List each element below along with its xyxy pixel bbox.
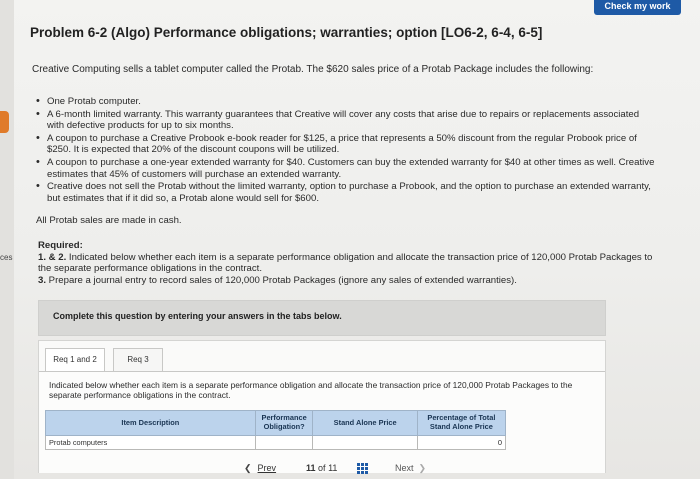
percentage-cell: 0 — [416, 435, 507, 450]
item-description-cell: Protab computers — [45, 435, 256, 450]
next-button[interactable]: Next ❯ — [395, 463, 426, 474]
tab-content: Indicated below whether each item is a s… — [39, 371, 605, 473]
prev-button[interactable]: ❮ Prev — [244, 463, 276, 474]
problem-intro: Creative Computing sells a tablet comput… — [32, 64, 594, 75]
header-stand-alone-price: Stand Alone Price — [312, 410, 418, 436]
check-my-work-button[interactable]: Check my work — [594, 0, 681, 15]
header-item-description: Item Description — [45, 410, 256, 436]
performance-obligation-select[interactable] — [254, 435, 314, 450]
cash-note: All Protab sales are made in cash. — [36, 215, 182, 226]
list-item: A 6-month limited warranty. This warrant… — [36, 109, 656, 132]
pagination: ❮ Prev 11 of 11 Next ❯ — [244, 461, 444, 477]
page-indicator: 11 of 11 — [306, 463, 337, 473]
problem-title: Problem 6-2 (Algo) Performance obligatio… — [30, 25, 543, 40]
tab-req-1-and-2[interactable]: Req 1 and 2 — [45, 348, 105, 371]
required-section: Required: 1. & 2. Indicated below whethe… — [38, 240, 658, 286]
table-header-row: Item Description Performance Obligation?… — [45, 410, 507, 436]
grid-icon[interactable] — [357, 463, 368, 474]
side-tab-marker[interactable] — [0, 111, 9, 133]
left-panel-strip — [0, 0, 14, 479]
chevron-right-icon: ❯ — [418, 463, 427, 473]
list-item: A coupon to purchase a one-year extended… — [36, 157, 656, 180]
allocation-table: Item Description Performance Obligation?… — [45, 410, 507, 450]
required-item-1-number: 1. & 2. — [38, 251, 67, 263]
instruction-banner: Complete this question by entering your … — [38, 300, 606, 336]
tab-instruction-text: Indicated below whether each item is a s… — [49, 380, 573, 401]
header-performance-obligation: Performance Obligation? — [254, 410, 314, 436]
required-item-3-number: 3. — [38, 274, 47, 286]
instruction-text: Complete this question by entering your … — [53, 311, 342, 321]
stand-alone-price-input[interactable] — [312, 435, 418, 450]
chevron-left-icon: ❮ — [244, 463, 252, 473]
package-items-list: One Protab computer. A 6-month limited w… — [36, 96, 656, 205]
page: ces Check my work Problem 6-2 (Algo) Per… — [0, 0, 700, 479]
total-pages: 11 — [328, 463, 338, 473]
prev-label: Prev — [257, 463, 277, 473]
required-item-1-text: Indicated below whether each item is a s… — [38, 251, 653, 275]
table-row: Protab computers 0 — [45, 435, 507, 450]
tabs-panel: Req 1 and 2 Req 3 Indicated below whethe… — [38, 340, 606, 473]
tab-req-3[interactable]: Req 3 — [113, 348, 163, 372]
list-item: One Protab computer. — [36, 96, 656, 108]
list-item: A coupon to purchase a Creative Probook … — [36, 133, 656, 156]
next-label: Next — [395, 463, 414, 473]
required-item-3-text: Prepare a journal entry to record sales … — [46, 274, 517, 286]
required-item-3: 3. Prepare a journal entry to record sal… — [38, 275, 658, 287]
required-item-1: 1. & 2. Indicated below whether each ite… — [38, 252, 658, 275]
header-percentage-of-total: Percentage of Total Stand Alone Price — [416, 410, 507, 436]
list-item: Creative does not sell the Protab withou… — [36, 181, 656, 204]
current-page: 11 — [306, 463, 316, 473]
required-heading: Required: — [38, 240, 83, 251]
page-of-label: of — [318, 463, 326, 473]
side-label: ces — [0, 253, 13, 262]
